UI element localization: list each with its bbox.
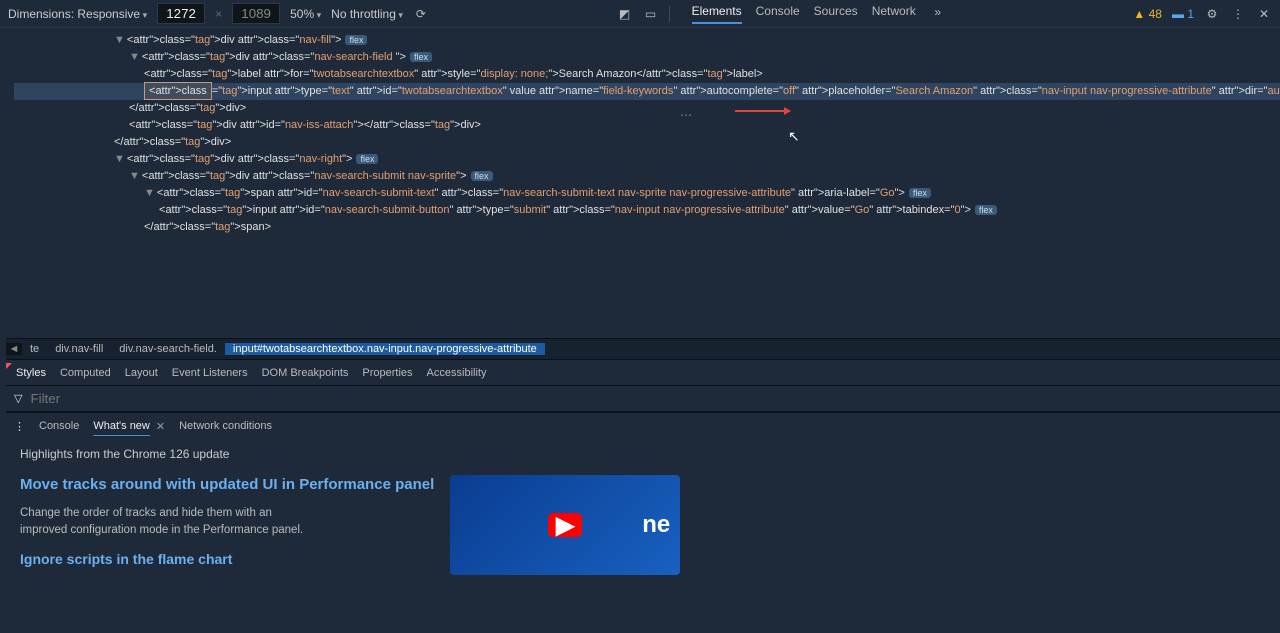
dom-tree-row[interactable]: ▼<attr">class="tag">div attr">class="nav… — [14, 151, 1280, 168]
dom-breadcrumb: ◄ te div.nav-fill div.nav-search-field. … — [6, 338, 1280, 360]
annotation-arrow — [735, 110, 790, 112]
dom-tree-row[interactable]: ▼<attr">class="tag">div attr">class="nav… — [14, 168, 1280, 185]
tab-layout[interactable]: Layout — [125, 367, 158, 379]
breadcrumb-item-selected[interactable]: input#twotabsearchtextbox.nav-input.nav-… — [225, 343, 545, 355]
drawer-menu-icon[interactable]: ⋮ — [14, 420, 25, 433]
dom-tree-row[interactable]: </attr">class="tag">span> — [14, 219, 1280, 236]
device-width-input[interactable] — [157, 3, 205, 24]
breadcrumb-item[interactable]: div.nav-fill — [47, 343, 111, 355]
breadcrumb-item[interactable]: te — [22, 343, 47, 355]
tab-event-listeners[interactable]: Event Listeners — [172, 367, 248, 379]
device-toggle-icon[interactable]: ▭ — [643, 6, 659, 22]
drawer-tab-console[interactable]: Console — [39, 420, 79, 432]
tab-properties[interactable]: Properties — [362, 367, 412, 379]
breadcrumb-item[interactable]: div.nav-search-field. — [111, 343, 225, 355]
whatsnew-feature-title: Move tracks around with updated UI in Pe… — [20, 475, 434, 495]
error-indicator-icon — [6, 363, 12, 369]
warnings-badge[interactable]: ▲ 48 — [1133, 7, 1162, 21]
close-whatsnew-icon[interactable]: ✕ — [156, 420, 165, 433]
play-icon: ▶ — [548, 513, 582, 537]
dimension-separator: × — [215, 7, 222, 21]
dom-tree-row[interactable]: <attr">class="tag">input attr">id="nav-s… — [14, 202, 1280, 219]
tab-styles[interactable]: Styles — [16, 367, 46, 379]
info-badge[interactable]: ▬ 1 — [1172, 7, 1194, 21]
styles-filter-input[interactable] — [30, 391, 1280, 406]
dom-tree-row[interactable]: ▼<attr">class="tag">div attr">class="nav… — [14, 49, 1280, 66]
crumb-scroll-left-icon[interactable]: ◄ — [6, 343, 22, 355]
dom-tree-row[interactable]: </attr">class="tag">div> — [14, 134, 1280, 151]
drawer-tab-bar: ⋮ Console What's new ✕ Network condition… — [6, 413, 1280, 439]
inspect-element-icon[interactable]: ◩ — [617, 6, 633, 22]
elements-dom-tree[interactable]: ▼<attr">class="tag">div attr">class="nav… — [6, 28, 1280, 338]
tab-dom-breakpoints[interactable]: DOM Breakpoints — [262, 367, 349, 379]
drawer-tab-whatsnew[interactable]: What's new — [93, 420, 150, 432]
tab-network[interactable]: Network — [872, 4, 916, 24]
tab-sources[interactable]: Sources — [814, 4, 858, 24]
devtools-drawer: ⋮ Console What's new ✕ Network condition… — [6, 412, 1280, 633]
devtools-top-bar: Dimensions: Responsive × 50% No throttli… — [0, 0, 1280, 28]
whatsnew-feature2-title: Ignore scripts in the flame chart — [20, 551, 434, 567]
devtools-panel-tabs: Elements Console Sources Network » — [692, 4, 946, 24]
more-tabs-icon[interactable]: » — [930, 4, 946, 20]
dom-tree-row[interactable]: ▼<attr">class="tag">div attr">class="nav… — [14, 32, 1280, 49]
rotate-icon[interactable]: ⟳ — [413, 6, 429, 22]
dom-tree-row[interactable]: </attr">class="tag">div> — [14, 100, 1280, 117]
tab-accessibility[interactable]: Accessibility — [427, 367, 487, 379]
tab-elements[interactable]: Elements — [692, 4, 742, 24]
device-height-input[interactable] — [232, 3, 280, 24]
whatsnew-feature-body: Change the order of tracks and hide them… — [20, 505, 320, 540]
tree-overflow-icon[interactable]: ⋯ — [680, 108, 692, 122]
dom-tree-row[interactable]: <attr">class="tag">div attr">id="nav-iss… — [14, 117, 1280, 134]
dom-tree-row[interactable]: <attr">class="tag">label attr">for="twot… — [14, 66, 1280, 83]
styles-tab-bar: Styles Computed Layout Event Listeners D… — [6, 360, 1280, 386]
whatsnew-video-thumb[interactable]: ▶ ne — [450, 475, 680, 575]
dimensions-dropdown[interactable]: Dimensions: Responsive — [8, 7, 147, 21]
drawer-tab-networkcond[interactable]: Network conditions — [179, 420, 272, 432]
close-devtools-icon[interactable]: ✕ — [1256, 6, 1272, 22]
dom-tree-row[interactable]: <attr">class="tag">input attr">type="tex… — [14, 83, 1280, 100]
whatsnew-subtitle: Highlights from the Chrome 126 update — [20, 447, 1280, 461]
tab-computed[interactable]: Computed — [60, 367, 111, 379]
styles-filter-row: ▽ :hov .cls ＋ ▥ ▭ ⇅ — [6, 386, 1280, 412]
whatsnew-panel: Highlights from the Chrome 126 update Mo… — [6, 439, 1280, 633]
dom-tree-row[interactable]: ▼<attr">class="tag">span attr">id="nav-s… — [14, 185, 1280, 202]
devtools-main: ▼<attr">class="tag">div attr">class="nav… — [6, 28, 1280, 633]
filter-icon: ▽ — [14, 392, 22, 405]
throttling-dropdown[interactable]: No throttling — [331, 7, 403, 21]
kebab-menu-icon[interactable]: ⋮ — [1230, 6, 1246, 22]
tab-console[interactable]: Console — [756, 4, 800, 24]
zoom-dropdown[interactable]: 50% — [290, 7, 321, 21]
settings-gear-icon[interactable]: ⚙ — [1204, 6, 1220, 22]
